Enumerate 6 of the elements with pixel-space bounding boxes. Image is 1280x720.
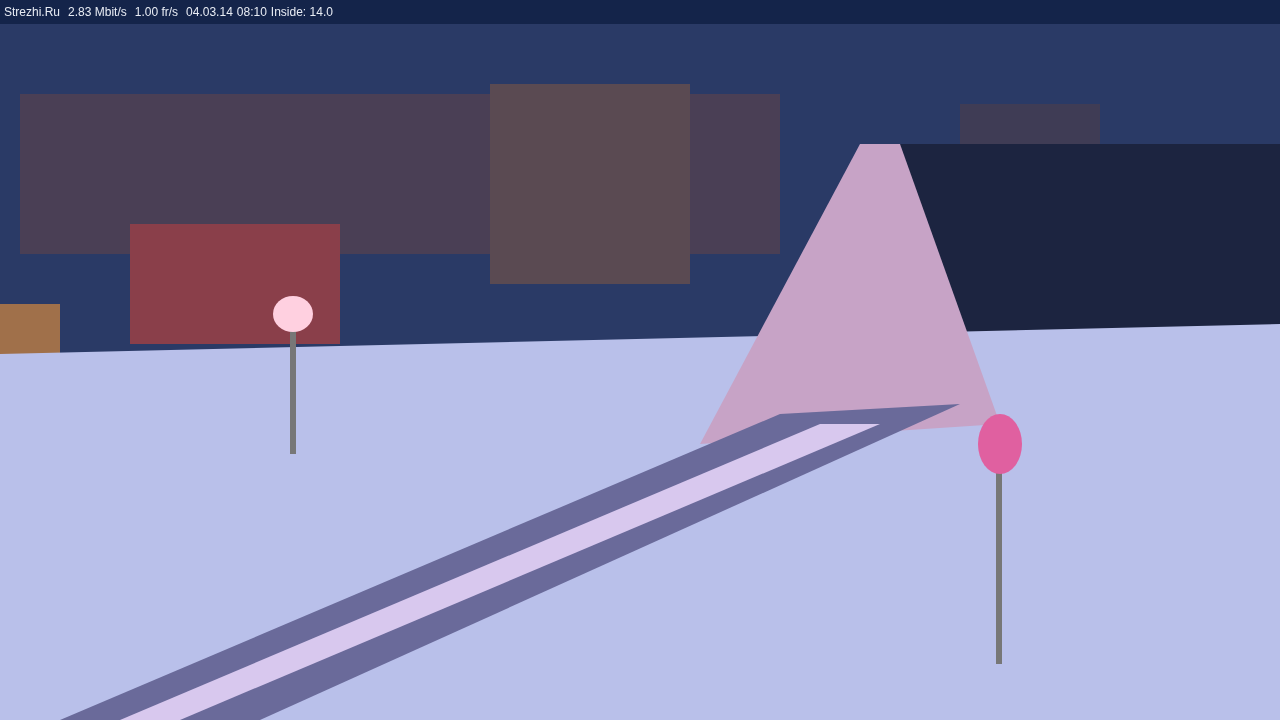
date-text: 04.03.14 [186, 5, 233, 19]
bitrate-reading: 2.83 Mbit/s [68, 5, 127, 19]
time-text: 08:10 [236, 5, 267, 19]
frame-rate-reading: 1.00 fr/s [134, 5, 179, 19]
site-name: Strezhi.Ru [4, 5, 61, 19]
inside-temperature-reading: Inside: 14.0 [270, 5, 333, 19]
